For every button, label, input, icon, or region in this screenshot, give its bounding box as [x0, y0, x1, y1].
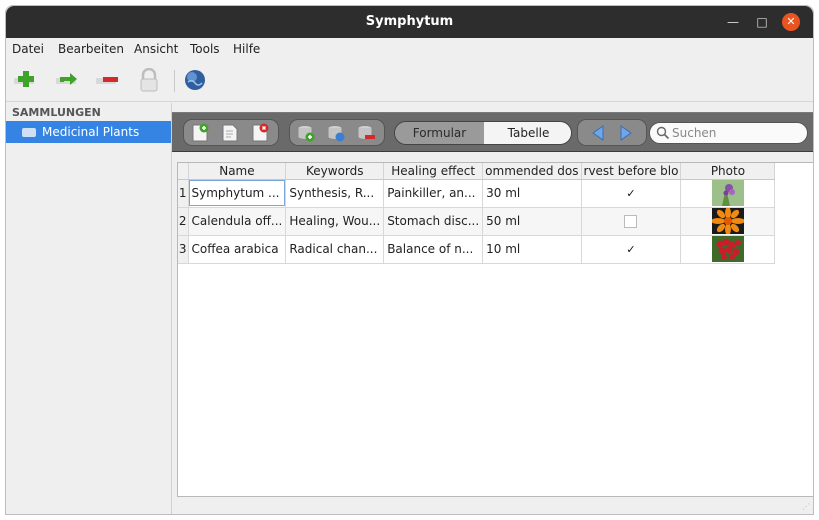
- menu-ansicht[interactable]: Ansicht: [134, 42, 178, 56]
- add-field-icon[interactable]: [296, 123, 316, 143]
- coffee-berries-photo[interactable]: [711, 236, 744, 262]
- next-record-icon[interactable]: [616, 123, 636, 143]
- harvest-checkbox[interactable]: [624, 215, 638, 228]
- table-view-tab[interactable]: Tabelle: [484, 122, 571, 144]
- cell-keywords[interactable]: Healing, Wou...: [285, 207, 385, 236]
- delete-collection-icon[interactable]: [94, 68, 120, 92]
- harvest-checkbox[interactable]: ✓: [624, 187, 637, 200]
- cell-photo: [680, 235, 776, 264]
- sidebar-item-label: Medicinal Plants: [42, 125, 140, 139]
- column-header-recommended-dose[interactable]: ommended dos: [482, 163, 582, 180]
- duplicate-collection-icon[interactable]: [54, 68, 80, 92]
- menu-tools[interactable]: Tools: [190, 42, 220, 56]
- cell-harvest: ✓: [581, 179, 682, 208]
- menu-bar: Datei Bearbeiten Ansicht Tools Hilfe: [6, 38, 813, 60]
- maximize-button[interactable]: □: [753, 13, 771, 31]
- cell-dose[interactable]: 30 ml: [482, 179, 582, 208]
- table-row[interactable]: 3 Coffea arabica Radical chan... Balance…: [178, 235, 776, 264]
- records-table: Name Keywords Healing effect ommended do…: [177, 162, 813, 497]
- sidebar-item-medicinal-plants[interactable]: Medicinal Plants: [6, 121, 171, 143]
- cell-healing-effect[interactable]: Stomach disc...: [383, 207, 484, 236]
- globe-icon[interactable]: [182, 68, 208, 92]
- view-mode-switch: Formular Tabelle: [394, 121, 572, 145]
- navigation-group: [577, 119, 647, 146]
- toolbar-separator: [174, 70, 175, 92]
- cell-harvest: ✓: [581, 235, 682, 264]
- previous-record-icon[interactable]: [588, 123, 608, 143]
- column-header-harvest[interactable]: rvest before blo: [581, 163, 682, 180]
- table-header-row: Name Keywords Healing effect ommended do…: [178, 163, 776, 180]
- app-window: Symphytum — □ ✕ Datei Bearbeiten Ansicht…: [5, 5, 814, 515]
- cell-photo: [680, 207, 776, 236]
- cell-keywords[interactable]: Synthesis, R...: [285, 179, 385, 208]
- row-number: 1: [178, 179, 189, 208]
- cell-name[interactable]: Symphytum ...: [188, 179, 287, 208]
- row-number: 3: [178, 235, 189, 264]
- menu-hilfe[interactable]: Hilfe: [233, 42, 260, 56]
- column-header-name[interactable]: Name: [188, 163, 287, 180]
- cell-photo: [680, 179, 776, 208]
- add-collection-icon[interactable]: [12, 68, 38, 92]
- row-number-header: [178, 163, 189, 180]
- cell-keywords[interactable]: Radical chan...: [285, 235, 385, 264]
- window-title: Symphytum: [365, 14, 454, 29]
- row-number: 2: [178, 207, 189, 236]
- cell-healing-effect[interactable]: Painkiller, an...: [383, 179, 484, 208]
- cell-name[interactable]: Calendula off...: [188, 207, 287, 236]
- cell-dose[interactable]: 10 ml: [482, 235, 582, 264]
- minimize-button[interactable]: —: [724, 13, 742, 31]
- purple-flower-photo[interactable]: [711, 180, 744, 206]
- sidebar: SAMMLUNGEN Medicinal Plants: [6, 103, 172, 514]
- table-row[interactable]: 2 Calendula off... Healing, Wou... Stoma…: [178, 207, 776, 236]
- menu-datei[interactable]: Datei: [12, 42, 44, 56]
- table-row[interactable]: 1 Symphytum ... Synthesis, R... Painkill…: [178, 179, 776, 208]
- column-header-photo[interactable]: Photo: [680, 163, 776, 180]
- content-area: Formular Tabelle Suchen Name Keywords He…: [172, 103, 813, 514]
- search-box: [649, 122, 808, 144]
- delete-record-icon[interactable]: [250, 123, 270, 143]
- cell-dose[interactable]: 50 ml: [482, 207, 582, 236]
- main-toolbar: [6, 60, 813, 102]
- orange-flower-photo[interactable]: [711, 208, 744, 234]
- duplicate-record-icon[interactable]: [220, 123, 240, 143]
- title-bar: Symphytum — □ ✕: [6, 6, 813, 38]
- search-input[interactable]: [672, 125, 802, 141]
- modify-field-icon[interactable]: [326, 123, 346, 143]
- search-icon: [656, 126, 670, 140]
- cell-name[interactable]: Coffea arabica: [188, 235, 287, 264]
- lock-icon[interactable]: [136, 68, 162, 92]
- new-record-icon[interactable]: [190, 123, 210, 143]
- cell-healing-effect[interactable]: Balance of n...: [383, 235, 484, 264]
- collection-icon: [22, 128, 36, 137]
- form-view-tab[interactable]: Formular: [395, 122, 484, 144]
- harvest-checkbox[interactable]: ✓: [624, 243, 637, 256]
- field-button-group: [289, 119, 385, 146]
- delete-field-icon[interactable]: [356, 123, 376, 143]
- column-header-healing-effect[interactable]: Healing effect: [383, 163, 484, 180]
- column-header-keywords[interactable]: Keywords: [285, 163, 385, 180]
- close-button[interactable]: ✕: [782, 13, 800, 31]
- cell-harvest: [581, 207, 682, 236]
- record-toolbar: Formular Tabelle: [172, 112, 813, 152]
- record-button-group: [183, 119, 279, 146]
- resize-grip[interactable]: ⋰: [802, 502, 812, 512]
- menu-bearbeiten[interactable]: Bearbeiten: [58, 42, 124, 56]
- sidebar-heading: SAMMLUNGEN: [12, 106, 101, 119]
